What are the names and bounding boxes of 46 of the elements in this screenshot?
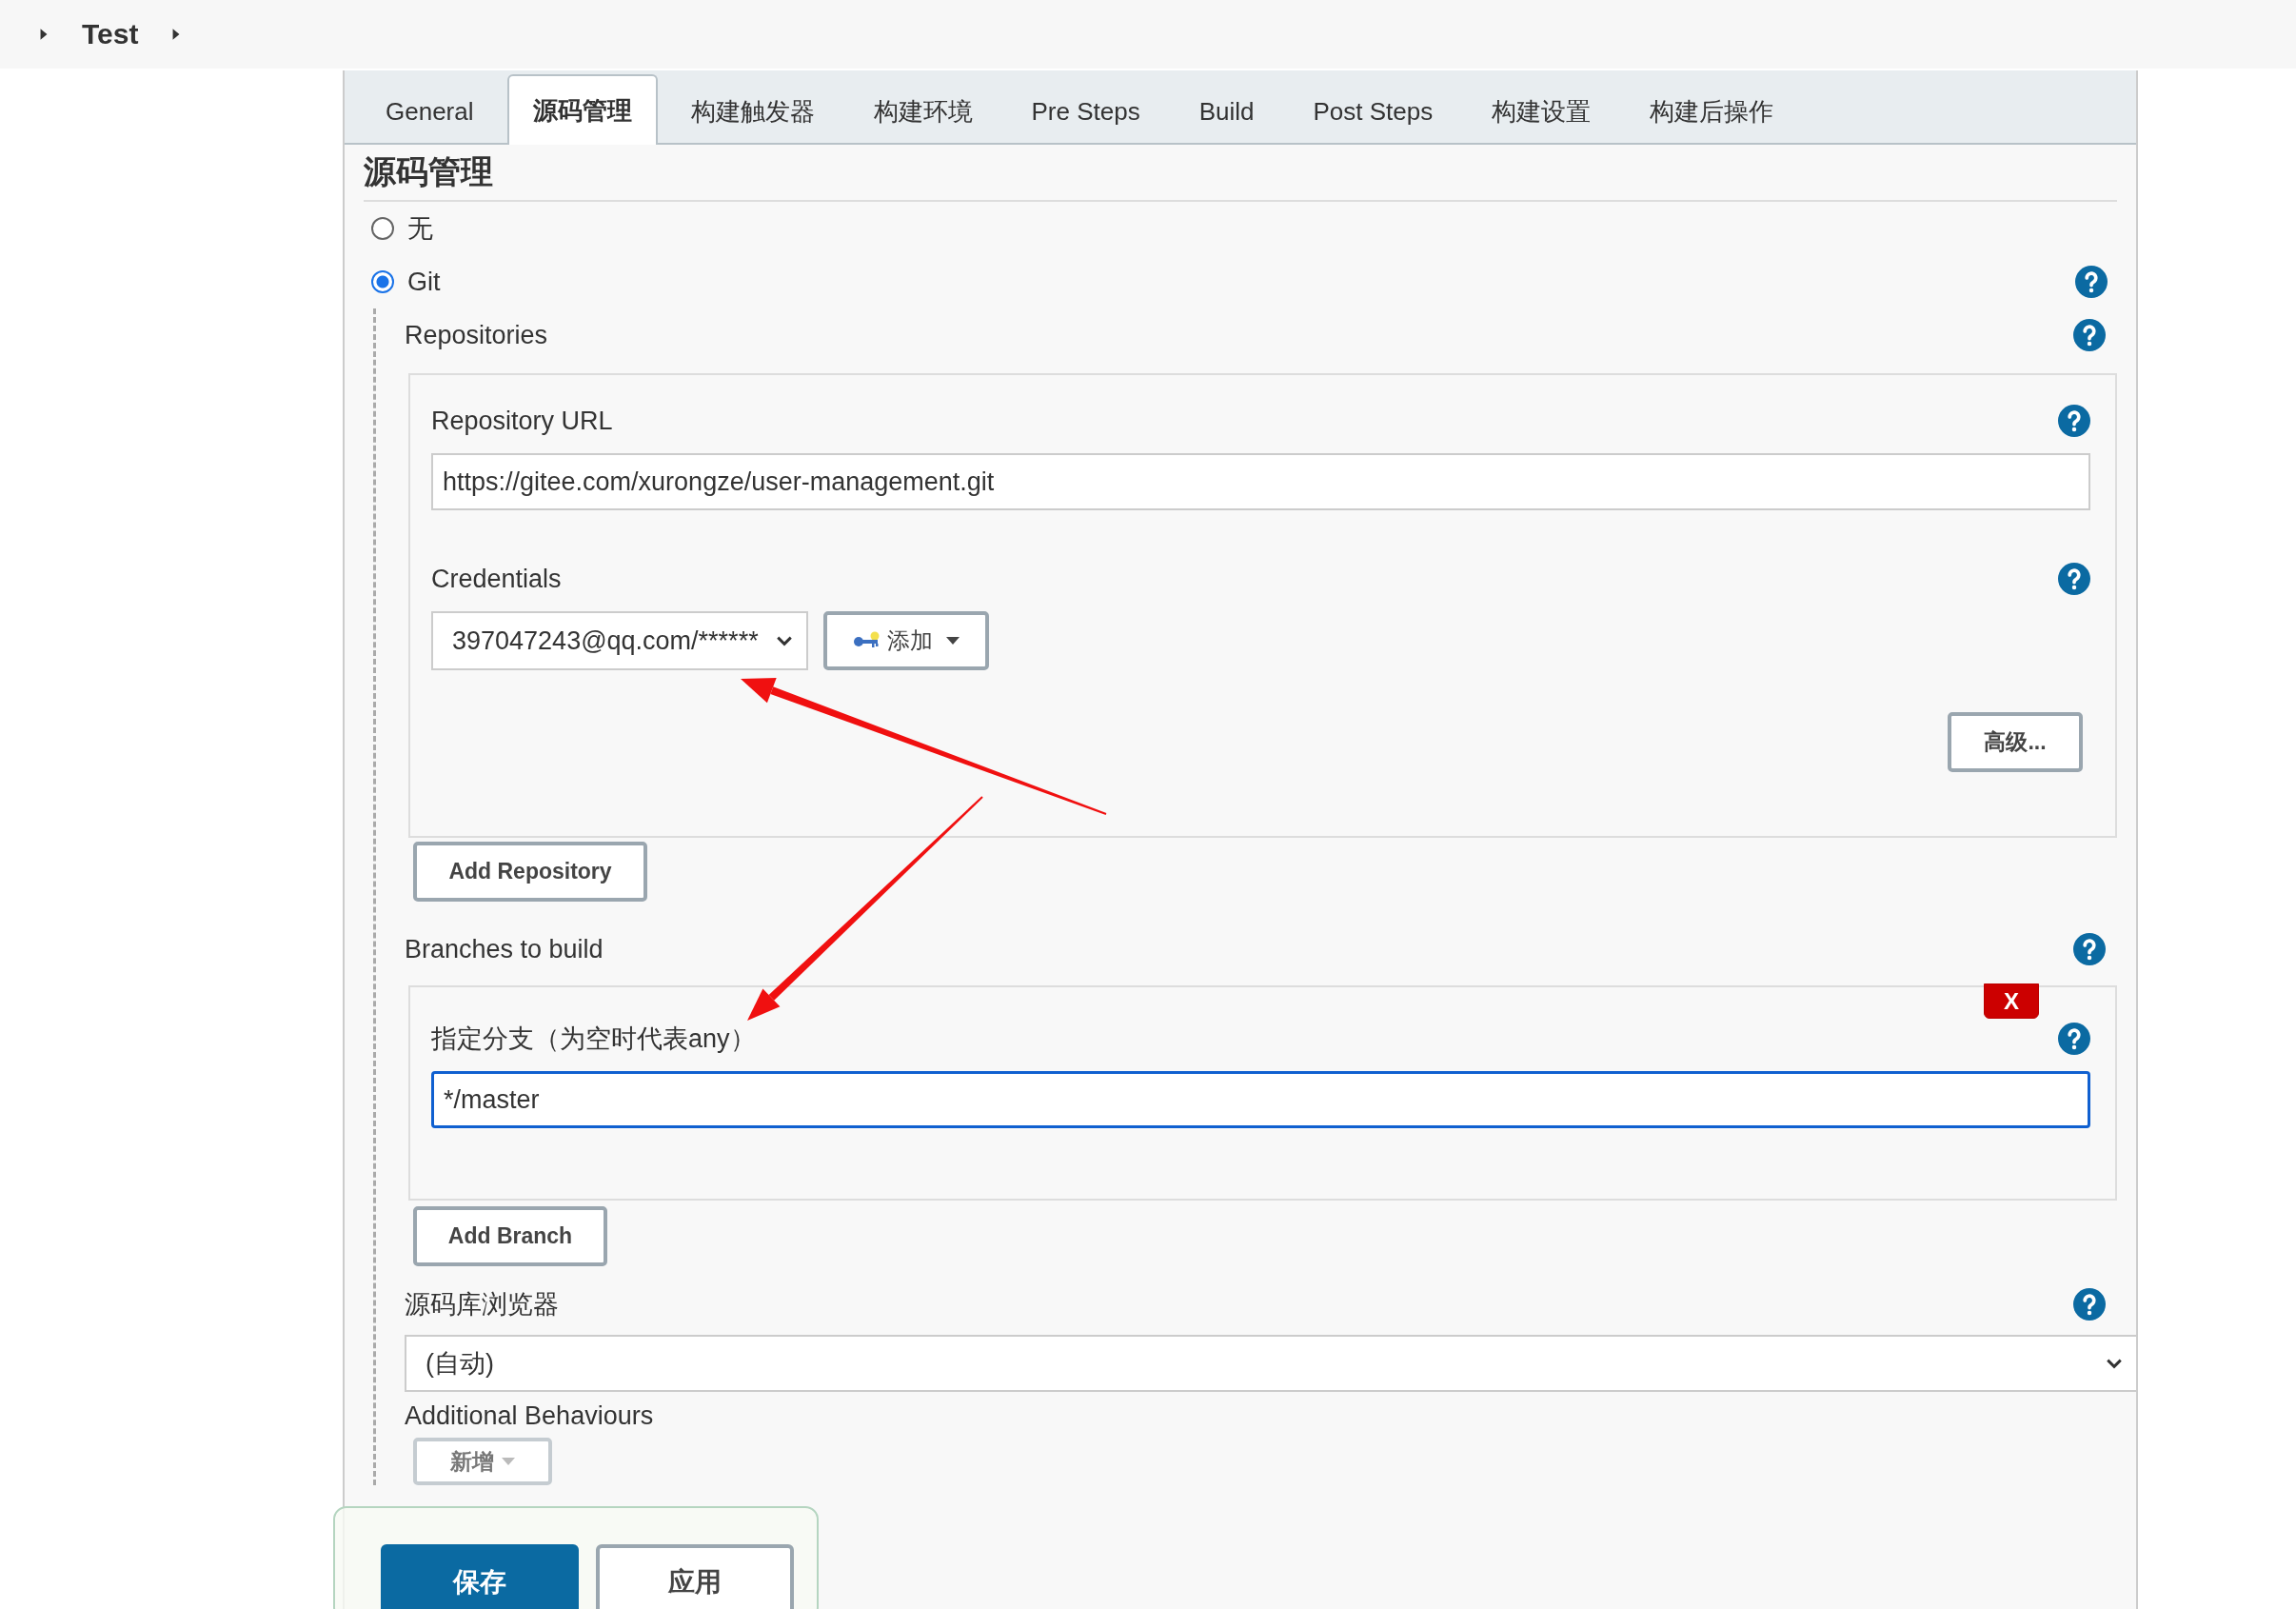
help-icon[interactable] — [2075, 266, 2108, 298]
help-icon[interactable] — [2073, 1288, 2106, 1321]
help-icon[interactable] — [2058, 1023, 2090, 1055]
radio-label: Git — [407, 267, 441, 297]
add-behaviour-button[interactable]: 新增 — [413, 1438, 552, 1485]
tab[interactable]: 源码管理 — [506, 74, 658, 145]
help-icon[interactable] — [2073, 933, 2106, 965]
tab[interactable]: Pre Steps — [1005, 76, 1166, 145]
caret-right-icon[interactable] — [38, 27, 49, 42]
caret-down-icon — [502, 1458, 515, 1465]
repository-url-field[interactable]: https://gitee.com/xurongze/user-management.git — [431, 453, 2090, 510]
tab[interactable]: 构建环境 — [847, 76, 999, 145]
repository-browser-dropdown[interactable]: (自动) — [405, 1335, 2138, 1392]
branch-specifier-field[interactable]: */master — [431, 1071, 2090, 1128]
add-credentials-button[interactable]: 添加 — [823, 611, 989, 670]
section-title: 源码管理 — [364, 145, 2117, 202]
tab[interactable]: Build — [1173, 76, 1280, 145]
help-icon[interactable] — [2073, 319, 2106, 351]
caret-down-icon — [946, 637, 960, 645]
radio-button[interactable] — [371, 270, 394, 293]
field-label: Repository URL — [431, 406, 613, 436]
credentials-dropdown[interactable]: 397047243@qq.com/****** — [431, 611, 808, 670]
help-icon[interactable] — [2058, 405, 2090, 437]
field-label: 指定分支（为空时代表any） — [431, 1023, 756, 1055]
field-label: Credentials — [431, 564, 562, 594]
form-button[interactable]: 应用 — [596, 1544, 794, 1609]
tab[interactable]: 构建设置 — [1466, 76, 1617, 145]
chevron-down-icon — [2106, 1358, 2123, 1369]
tab[interactable]: Post Steps — [1287, 76, 1459, 145]
delete-button[interactable]: X — [1984, 983, 2039, 1019]
form-button[interactable]: 保存 — [381, 1544, 579, 1609]
repositories-label: Repositories — [405, 320, 548, 350]
advanced-button[interactable]: 高级... — [1948, 712, 2083, 772]
additional-behaviours-label: Additional Behaviours — [405, 1400, 654, 1431]
radio-button[interactable] — [371, 217, 394, 240]
tab[interactable]: General — [360, 76, 500, 145]
help-icon[interactable] — [2058, 563, 2090, 595]
tab[interactable]: 构建触发器 — [664, 76, 841, 145]
repository-browser-label: 源码库浏览器 — [405, 1289, 559, 1321]
add-repository-button[interactable]: Add Repository — [413, 842, 647, 902]
chevron-down-icon — [776, 635, 793, 646]
tab[interactable]: 构建后操作 — [1624, 76, 1800, 145]
breadcrumb-link[interactable]: Test — [82, 18, 139, 50]
branches-label: Branches to build — [405, 934, 604, 964]
add-branch-button[interactable]: Add Branch — [413, 1206, 607, 1266]
radio-label: 无 — [407, 213, 433, 245]
